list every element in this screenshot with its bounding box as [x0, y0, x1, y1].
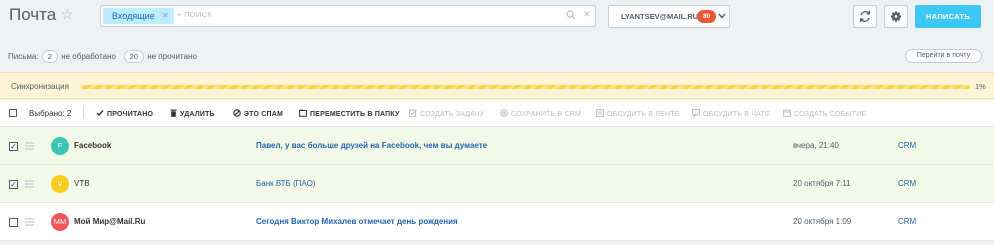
drag-handle-icon[interactable] [25, 180, 34, 188]
create-event-label: СОЗДАТЬ СОБЫТИЕ [794, 111, 867, 118]
discuss-chat-label: ОБСУДИТЬ В ЧАТЕ [703, 111, 770, 118]
gear-icon [891, 11, 901, 22]
search-placeholder[interactable]: + ПОИСК [177, 10, 212, 19]
feed-icon [596, 109, 604, 117]
clear-search-icon[interactable]: ✕ [583, 9, 591, 20]
row-checkbox[interactable]: ✓ [9, 180, 18, 189]
message-subject[interactable]: Павел, у вас больше друзей на Facebook, … [256, 141, 487, 150]
account-email: LYANTSEV@MAIL.RU [621, 12, 699, 21]
sync-label: Синхронизация [11, 82, 69, 91]
table-row[interactable]: ММ Мой Мир@Mail.Ru Сегодня Виктор Михале… [0, 203, 994, 241]
drag-handle-icon[interactable] [25, 142, 34, 150]
block-icon [233, 109, 241, 117]
unread-badge: 80 [697, 10, 716, 23]
row-checkbox[interactable]: ✓ [9, 142, 18, 151]
refresh-icon [859, 10, 871, 23]
unread-count[interactable]: 20 [123, 50, 144, 63]
select-all-checkbox[interactable] [9, 109, 17, 117]
goto-mail-button[interactable]: Перейти в почту [905, 49, 982, 63]
sender-name[interactable]: Мой Мир@Mail.Ru [74, 217, 145, 226]
crm-link[interactable]: CRM [898, 141, 916, 150]
folder-icon [299, 109, 307, 117]
spam-label: ЭТО СПАМ [244, 111, 284, 118]
crm-link[interactable]: CRM [898, 179, 916, 188]
sync-percent: 1% [975, 82, 986, 91]
check-icon [96, 110, 104, 117]
plus-circle-icon [500, 109, 508, 117]
chevron-down-icon [718, 13, 726, 19]
action-toolbar: Выбрано: 2 ПРОЧИТАНО УДАЛИТЬ ЭТО СПАМ ПЕ… [0, 100, 994, 127]
search-filter-tag[interactable]: Входящие ✕ [103, 8, 174, 24]
star-icon[interactable]: ☆ [61, 6, 74, 23]
mark-read-label: ПРОЧИТАНО [107, 111, 154, 118]
settings-button[interactable] [884, 5, 908, 28]
trash-icon [170, 109, 177, 117]
search-icon[interactable] [566, 10, 576, 20]
chat-icon [692, 109, 700, 118]
unprocessed-label: не обработано [61, 52, 116, 61]
letters-label: Письма: [8, 52, 39, 61]
refresh-button[interactable] [853, 5, 877, 28]
sender-name[interactable]: Facebook [74, 141, 111, 150]
mark-read-button[interactable]: ПРОЧИТАНО [96, 109, 153, 118]
create-event-button[interactable]: СОЗДАТЬ СОБЫТИЕ [783, 109, 866, 118]
selected-count: Выбрано: 2 [29, 109, 72, 118]
unread-label: не прочитано [147, 52, 197, 61]
discuss-chat-button[interactable]: ОБСУДИТЬ В ЧАТЕ [692, 109, 770, 118]
table-row[interactable]: ✓ V VTB Банк ВТБ (ПАО) 20 октября 7:11 C… [0, 165, 994, 203]
filter-tag-label: Входящие [112, 11, 155, 21]
account-selector[interactable]: LYANTSEV@MAIL.RU 80 [608, 5, 730, 28]
discuss-feed-label: ОБСУДИТЬ В ЛЕНТЕ [607, 111, 680, 118]
delete-label: УДАЛИТЬ [180, 111, 215, 118]
create-task-button[interactable]: СОЗДАТЬ ЗАДАЧУ [409, 109, 484, 118]
message-subject[interactable]: Сегодня Виктор Михалев отмечает день рож… [256, 217, 458, 226]
search-input[interactable]: Входящие ✕ + ПОИСК ✕ [100, 5, 596, 27]
table-row[interactable]: ✓ F Facebook Павел, у вас больше друзей … [0, 127, 994, 165]
calendar-icon [783, 109, 791, 117]
unprocessed-count[interactable]: 2 [41, 50, 58, 63]
avatar: V [51, 175, 69, 193]
avatar: F [51, 137, 69, 155]
message-date: вчера, 21:40 [793, 141, 839, 150]
message-date: 20 октября 1:09 [793, 217, 852, 226]
move-to-folder-button[interactable]: ПЕРЕМЕСТИТЬ В ПАПКУ [299, 109, 400, 118]
divider [83, 107, 84, 119]
sync-progress [81, 85, 970, 89]
avatar: ММ [51, 213, 69, 231]
delete-button[interactable]: УДАЛИТЬ [170, 109, 215, 118]
discuss-feed-button[interactable]: ОБСУДИТЬ В ЛЕНТЕ [596, 109, 680, 118]
sender-name[interactable]: VTB [74, 179, 90, 188]
row-checkbox[interactable] [9, 218, 18, 227]
crm-link[interactable]: CRM [898, 217, 916, 226]
header: Почта ☆ Входящие ✕ + ПОИСК ✕ LYANTSEV@MA… [0, 0, 994, 38]
drag-handle-icon[interactable] [25, 218, 34, 226]
page-title: Почта [9, 5, 57, 24]
task-icon [409, 109, 417, 117]
save-crm-button[interactable]: СОХРАНИТЬ В CRM [500, 109, 581, 118]
message-subject[interactable]: Банк ВТБ (ПАО) [256, 179, 315, 188]
write-button[interactable]: НАПИСАТЬ [915, 5, 981, 28]
message-date: 20 октября 7:11 [793, 179, 851, 188]
remove-filter-icon[interactable]: ✕ [162, 8, 169, 24]
move-label: ПЕРЕМЕСТИТЬ В ПАПКУ [310, 111, 400, 118]
sync-bar: Синхронизация 1% [0, 72, 994, 99]
mail-stats: Письма: 2 не обработано 20 не прочитано [8, 50, 197, 63]
spam-button[interactable]: ЭТО СПАМ [233, 109, 283, 118]
create-task-label: СОЗДАТЬ ЗАДАЧУ [420, 111, 485, 118]
save-crm-label: СОХРАНИТЬ В CRM [511, 111, 582, 118]
